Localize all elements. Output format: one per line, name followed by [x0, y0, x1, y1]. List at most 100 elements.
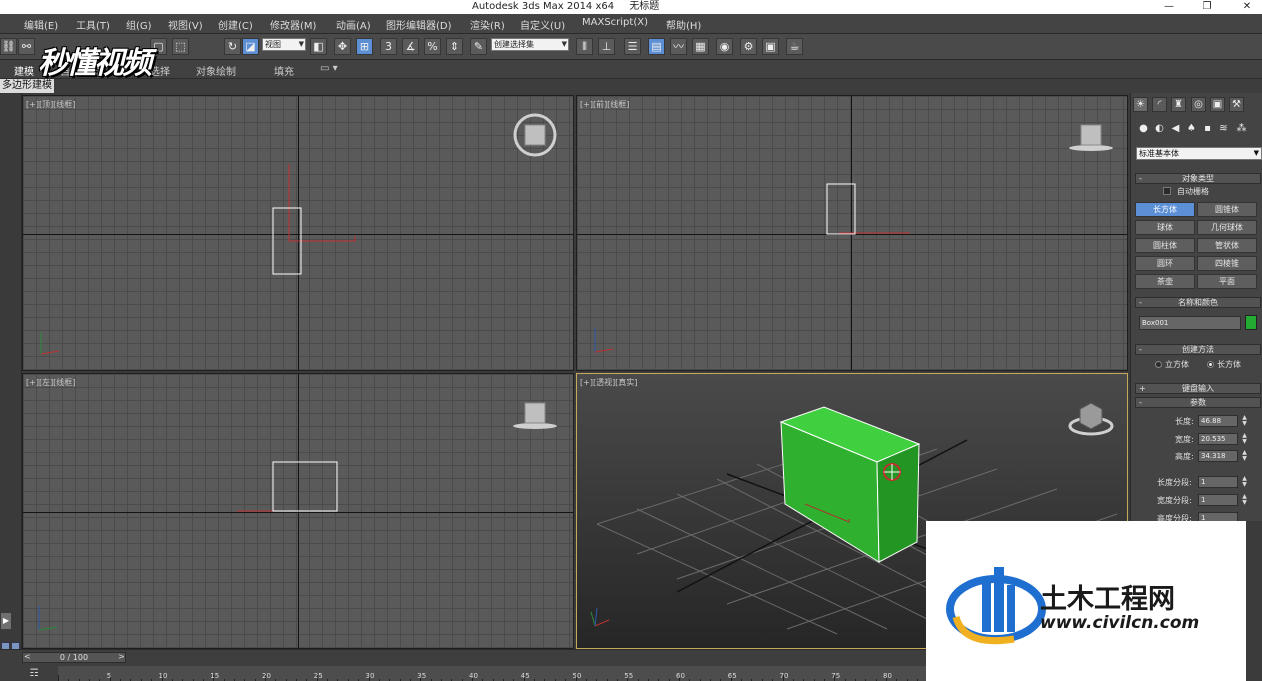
object-name-input[interactable]: Box001 — [1139, 316, 1241, 330]
menu-group[interactable]: 组(G) — [126, 17, 152, 32]
next-frame-button[interactable]: > — [118, 652, 125, 661]
width-segs-input[interactable]: 1 — [1198, 494, 1238, 506]
manipulate-icon[interactable]: ⊞ — [356, 38, 373, 55]
hierarchy-tab-icon[interactable]: ♜ — [1171, 97, 1186, 112]
menu-graph-editors[interactable]: 图形编辑器(D) — [386, 17, 452, 32]
helpers-icon[interactable]: ▪ — [1201, 123, 1214, 135]
reference-coordinate-select[interactable]: 视图 ▼ — [262, 38, 306, 51]
curve-editor-mini-icon[interactable]: ☶ — [26, 667, 42, 680]
object-color-swatch[interactable] — [1245, 315, 1257, 330]
expand-arrow-icon[interactable]: ▶ — [1, 613, 11, 629]
ribbon-options-icon[interactable]: ▭ ▾ — [320, 63, 338, 74]
height-input[interactable]: 34.318 — [1198, 450, 1238, 462]
display-tab-icon[interactable]: ▣ — [1210, 97, 1225, 112]
pivot-center-icon[interactable]: ◧ — [310, 38, 327, 55]
close-button[interactable]: ✕ — [1232, 0, 1262, 14]
viewport-label[interactable]: [+][透视][真实] — [580, 377, 637, 388]
box-radio[interactable] — [1207, 361, 1214, 368]
rollout-creation-method[interactable]: - 创建方法 — [1135, 344, 1261, 355]
maximize-button[interactable]: ❐ — [1192, 0, 1222, 14]
menu-customize[interactable]: 自定义(U) — [520, 17, 565, 32]
menu-edit[interactable]: 编辑(E) — [24, 17, 58, 32]
minimize-button[interactable]: — — [1154, 0, 1184, 14]
layer-manager-icon[interactable]: ☰ — [624, 38, 641, 55]
height-spinner-icon[interactable]: ▲ ▼ — [1241, 450, 1248, 462]
width-spinner-icon[interactable]: ▲ ▼ — [1241, 433, 1248, 445]
rollout-name-color[interactable]: - 名称和颜色 — [1135, 297, 1261, 308]
schematic-view-icon[interactable]: ▦ — [692, 38, 709, 55]
time-slider[interactable]: 0 / 100 — [22, 652, 126, 663]
geosphere-button[interactable]: 几何球体 — [1197, 220, 1257, 235]
tab-populate[interactable]: 填充 — [274, 63, 294, 78]
link-icon[interactable]: ⛓ — [0, 38, 17, 55]
menu-maxscript[interactable]: MAXScript(X) — [582, 17, 648, 28]
menu-create[interactable]: 创建(C) — [218, 17, 253, 32]
menu-help[interactable]: 帮助(H) — [666, 17, 701, 32]
cylinder-button[interactable]: 圆柱体 — [1135, 238, 1195, 253]
motion-tab-icon[interactable]: ◎ — [1191, 97, 1206, 112]
window-crossing-icon[interactable]: ⬚ — [172, 38, 189, 55]
previous-frame-button[interactable]: < — [24, 652, 31, 661]
create-tab-icon[interactable]: ☀ — [1133, 97, 1148, 112]
spinner-snap-icon[interactable]: ⇕ — [446, 38, 463, 55]
rendered-frame-icon[interactable]: ▣ — [762, 38, 779, 55]
tab-modeling[interactable]: 建模 — [14, 63, 34, 78]
systems-icon[interactable]: ⁂ — [1235, 123, 1248, 135]
mirror-icon[interactable]: ⫴ — [576, 38, 593, 55]
percent-snap-icon[interactable]: % — [424, 38, 441, 55]
rollout-parameters[interactable]: - 参数 — [1135, 397, 1261, 408]
cone-button[interactable]: 圆锥体 — [1197, 202, 1257, 217]
material-editor-icon[interactable]: ◉ — [716, 38, 733, 55]
utilities-tab-icon[interactable]: ⚒ — [1229, 97, 1244, 112]
cube-radio[interactable] — [1155, 361, 1162, 368]
move-icon[interactable]: ✥ — [334, 38, 351, 55]
snap-3d-icon[interactable]: 3 — [380, 38, 397, 55]
torus-button[interactable]: 圆环 — [1135, 256, 1195, 271]
unlink-icon[interactable]: ⚯ — [18, 38, 35, 55]
shapes-icon[interactable]: ◐ — [1153, 123, 1166, 135]
modify-tab-icon[interactable]: ◜ — [1152, 97, 1167, 112]
menu-rendering[interactable]: 渲染(R) — [470, 17, 505, 32]
length-segs-spinner-icon[interactable]: ▲ ▼ — [1241, 476, 1248, 488]
scale-icon[interactable]: ◪ — [242, 38, 259, 55]
edit-named-selection-icon[interactable]: ✎ — [470, 38, 487, 55]
frame-ruler[interactable]: 5 10 15 20 25 30 35 40 45 50 55 60 65 70 75 80 — [58, 666, 929, 681]
curve-editor-icon[interactable]: 〰 — [670, 38, 687, 55]
menu-modifiers[interactable]: 修改器(M) — [270, 17, 316, 32]
menu-views[interactable]: 视图(V) — [168, 17, 203, 32]
select-region-icon[interactable]: ▢ — [150, 38, 167, 55]
rollout-keyboard-entry[interactable]: + 键盘输入 — [1135, 383, 1261, 394]
render-setup-icon[interactable]: ⚙ — [740, 38, 757, 55]
pyramid-button[interactable]: 四棱锥 — [1197, 256, 1257, 271]
plane-button[interactable]: 平面 — [1197, 274, 1257, 289]
align-icon[interactable]: ⊥ — [598, 38, 615, 55]
length-input[interactable]: 46.88 — [1198, 415, 1238, 427]
teapot-button[interactable]: 茶壶 — [1135, 274, 1195, 289]
auto-grid-checkbox[interactable] — [1163, 187, 1171, 195]
length-segs-input[interactable]: 1 — [1198, 476, 1238, 488]
rotate-icon[interactable]: ↻ — [224, 38, 241, 55]
tab-object-paint[interactable]: 对象绘制 — [196, 63, 236, 78]
tab-selection[interactable]: 选择 — [150, 63, 170, 78]
ribbon-toggle-icon[interactable]: ▤ — [648, 38, 665, 55]
primitive-type-select[interactable]: 标准基本体 ▼ — [1136, 147, 1262, 160]
geometry-icon[interactable]: ● — [1137, 123, 1150, 135]
render-production-icon[interactable]: ☕ — [786, 38, 803, 55]
width-input[interactable]: 20.535 — [1198, 433, 1238, 445]
sphere-button[interactable]: 球体 — [1135, 220, 1195, 235]
angle-snap-icon[interactable]: ∡ — [402, 38, 419, 55]
viewport-left[interactable]: [+][左][线框] — [22, 373, 574, 649]
width-segs-spinner-icon[interactable]: ▲ ▼ — [1241, 494, 1248, 506]
menu-tools[interactable]: 工具(T) — [76, 17, 110, 32]
cameras-icon[interactable]: ♠ — [1185, 123, 1198, 135]
viewport-front[interactable]: [+][前][线框] — [576, 95, 1128, 371]
rollout-object-type[interactable]: - 对象类型 — [1135, 173, 1261, 184]
lights-icon[interactable]: ◀ — [1169, 123, 1182, 135]
length-spinner-icon[interactable]: ▲ ▼ — [1241, 415, 1248, 427]
menu-animation[interactable]: 动画(A) — [336, 17, 371, 32]
tube-button[interactable]: 管状体 — [1197, 238, 1257, 253]
space-warps-icon[interactable]: ≋ — [1217, 123, 1230, 135]
named-selection-select[interactable]: 创建选择集 ▼ — [491, 38, 569, 51]
box-button[interactable]: 长方体 — [1135, 202, 1195, 217]
viewport-top[interactable]: [+][顶][线框] — [22, 95, 574, 371]
